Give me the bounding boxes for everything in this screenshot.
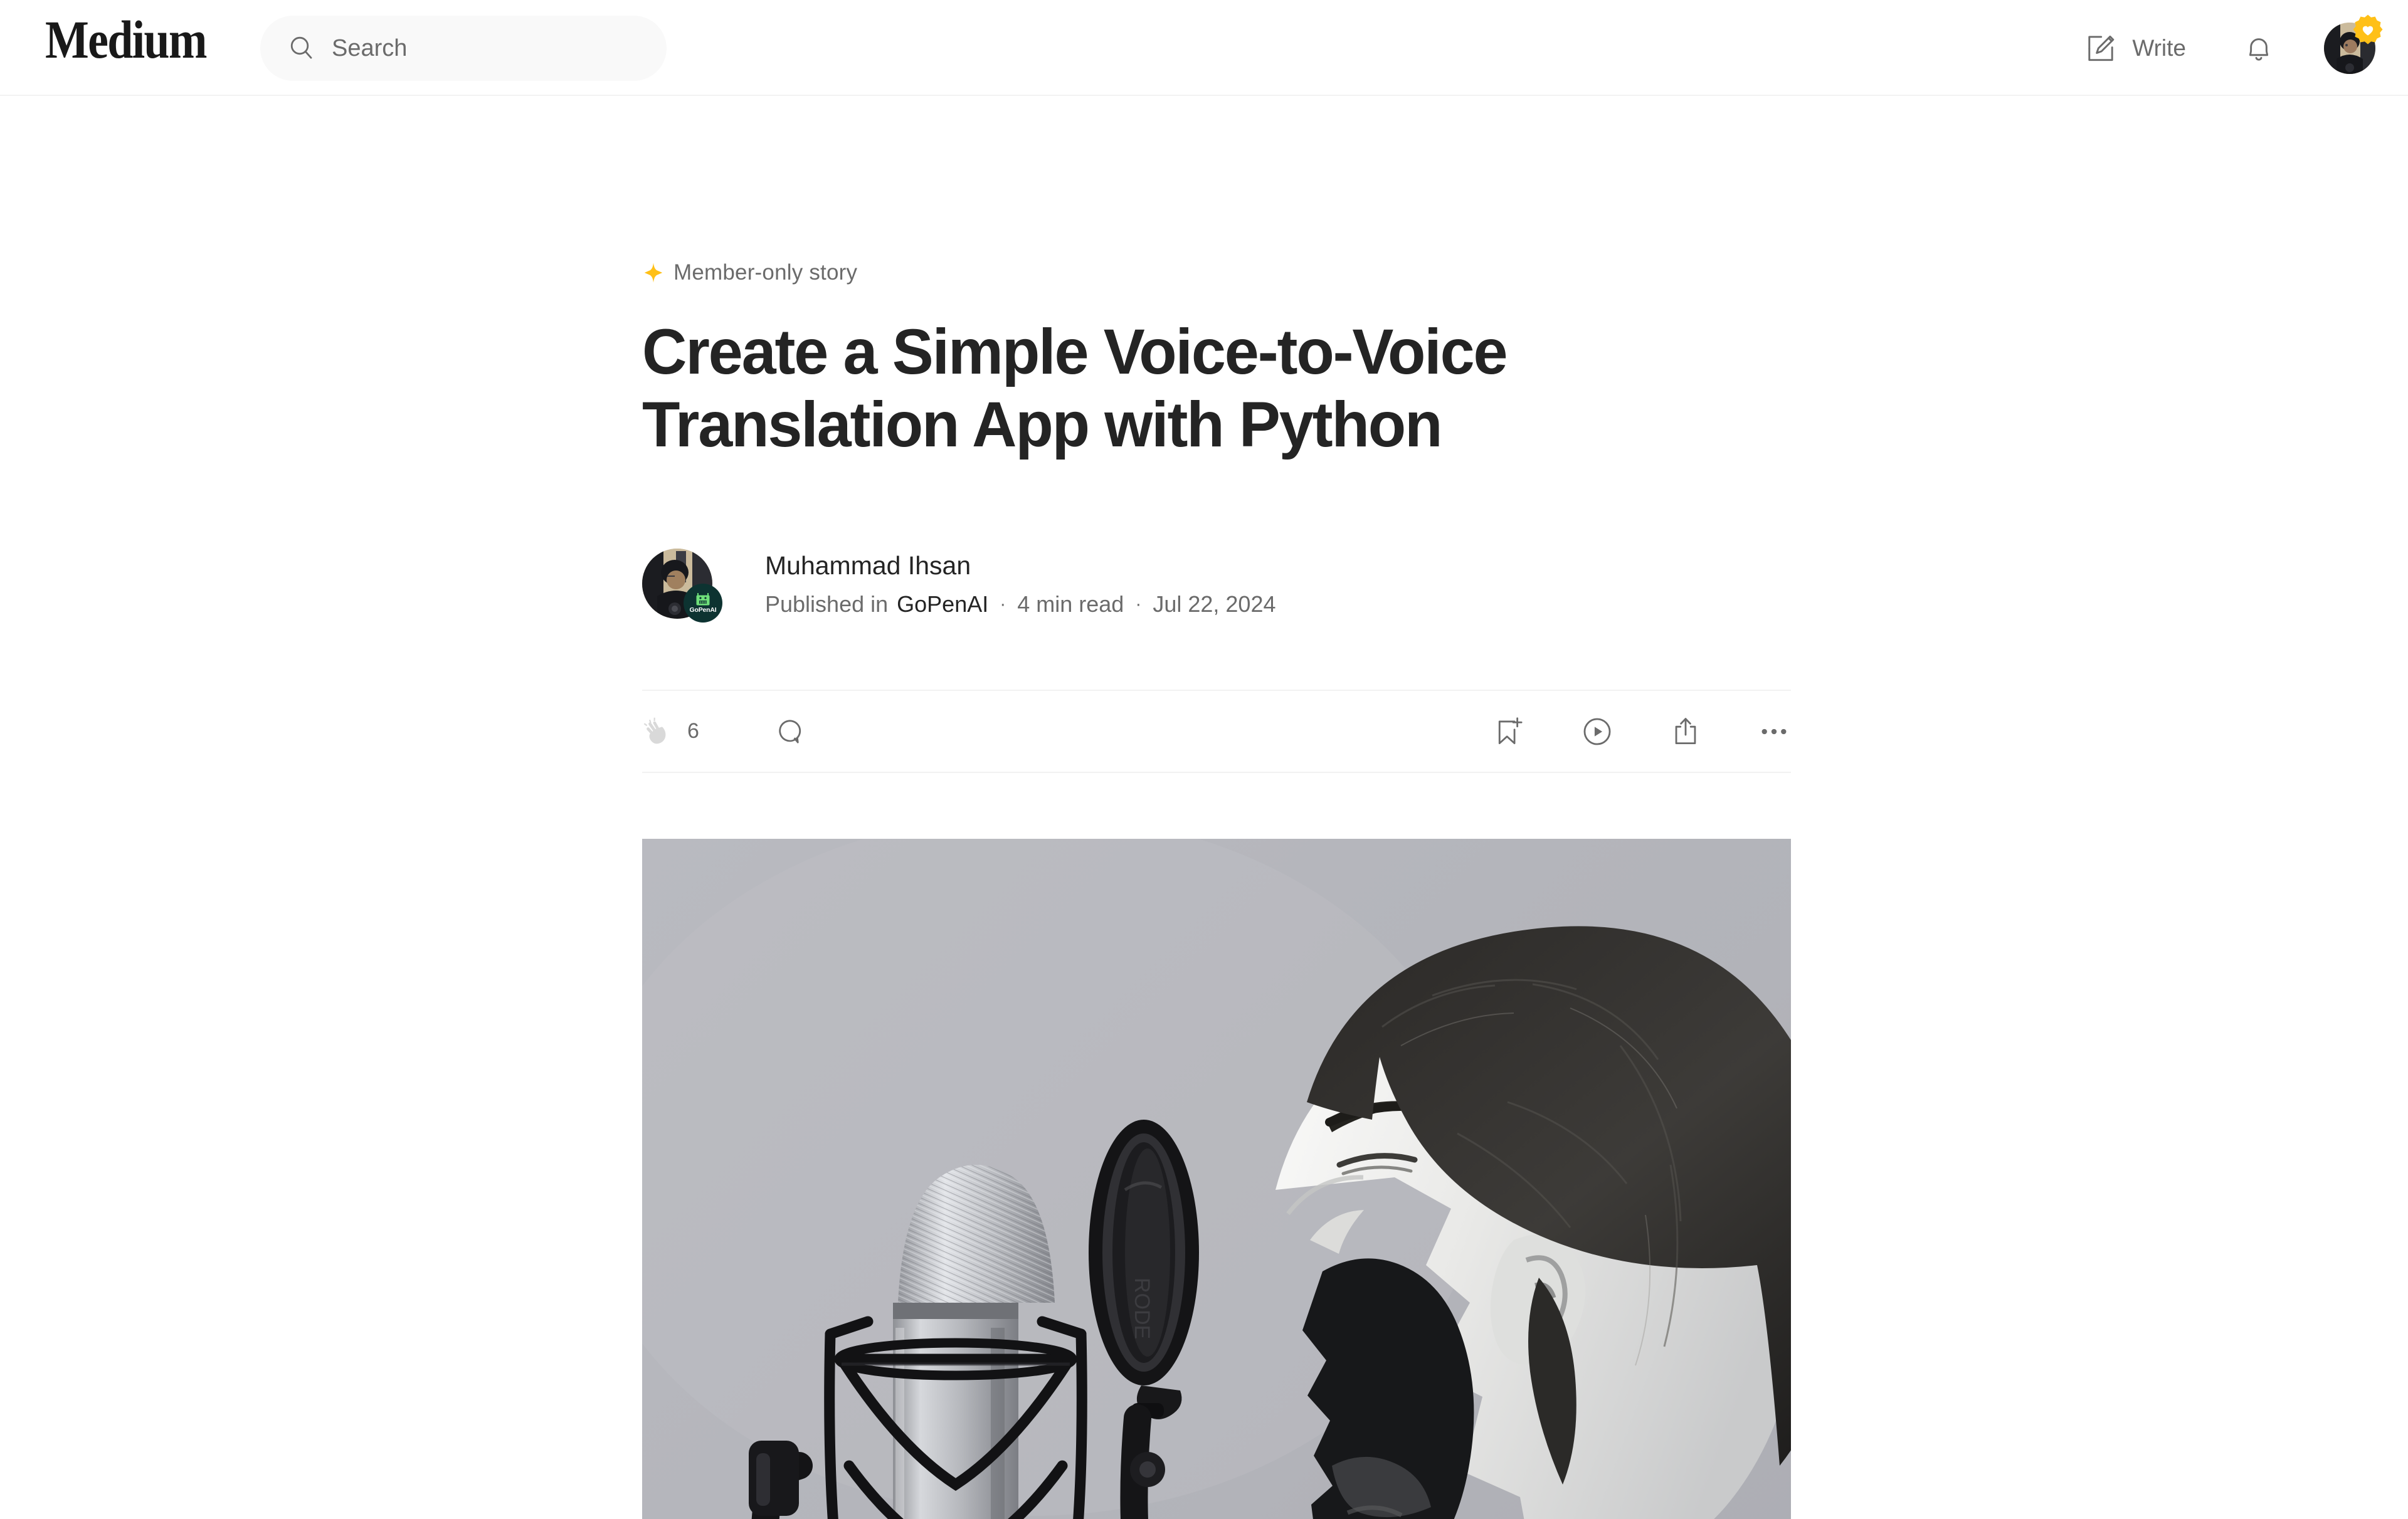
publish-date: Jul 22, 2024: [1153, 591, 1276, 618]
share-button[interactable]: [1669, 715, 1702, 748]
member-only-label: Member-only story: [673, 260, 858, 285]
comment-bubble-icon: [774, 715, 807, 748]
header-actions: Write: [2067, 0, 2383, 96]
byline-meta: Published in GoPenAI · 4 min read · Jul …: [765, 589, 1275, 620]
write-label: Write: [2132, 34, 2186, 61]
header-avatar[interactable]: [2324, 14, 2383, 74]
action-bar-left: 6: [642, 715, 807, 749]
byline: GoPenAI Muhammad Ihsan Published in GoPe…: [642, 549, 1791, 623]
search-icon: [287, 33, 317, 63]
gopenai-robot-icon: [695, 592, 711, 606]
publication-link[interactable]: GoPenAI: [897, 589, 988, 620]
svg-text:RODE: RODE: [1130, 1278, 1154, 1339]
bell-icon: [2241, 31, 2276, 66]
read-time: 4 min read: [1017, 591, 1124, 618]
action-bar-right: [1492, 715, 1791, 749]
publication-badge[interactable]: GoPenAI: [684, 584, 722, 623]
member-heart-badge-icon: [2352, 14, 2384, 46]
publication-badge-label: GoPenAI: [689, 606, 717, 614]
member-only-badge: Member-only story: [642, 260, 1791, 285]
play-circle-listen-icon: [1580, 715, 1614, 749]
hero-photo-boy-shouting-into-microphone: RODE NT1-A: [642, 839, 1791, 1519]
search-input[interactable]: [332, 32, 620, 65]
listen-button[interactable]: [1580, 715, 1614, 749]
bookmark-plus-icon: [1492, 715, 1525, 748]
medium-logo[interactable]: Medium: [45, 13, 207, 66]
page-title: Create a Simple Voice-to-Voice Translati…: [642, 316, 1508, 461]
clap-button[interactable]: 6: [642, 715, 699, 749]
clap-count: 6: [687, 719, 699, 743]
share-upload-icon: [1669, 715, 1702, 748]
byline-avatars: GoPenAI: [642, 549, 722, 623]
notifications-button[interactable]: [2232, 22, 2285, 75]
comment-button[interactable]: [774, 715, 807, 748]
sparkle-star-icon: [642, 261, 665, 284]
author-name[interactable]: Muhammad Ihsan: [765, 550, 1275, 582]
published-in-label: Published in: [765, 591, 889, 618]
clap-hands-icon: [642, 715, 676, 749]
byline-text: Muhammad Ihsan Published in GoPenAI · 4 …: [765, 549, 1275, 620]
more-horizontal-icon: [1757, 715, 1791, 749]
more-options-button[interactable]: [1757, 715, 1791, 749]
separator-dot-2: ·: [1135, 594, 1142, 615]
site-header: Medium Write: [0, 0, 2408, 96]
search-box[interactable]: [260, 16, 667, 81]
write-button[interactable]: Write: [2067, 24, 2202, 72]
article-action-bar: 6: [642, 690, 1791, 773]
bookmark-button[interactable]: [1492, 715, 1525, 748]
write-pencil-icon: [2083, 31, 2118, 66]
separator-dot-1: ·: [1000, 594, 1006, 615]
